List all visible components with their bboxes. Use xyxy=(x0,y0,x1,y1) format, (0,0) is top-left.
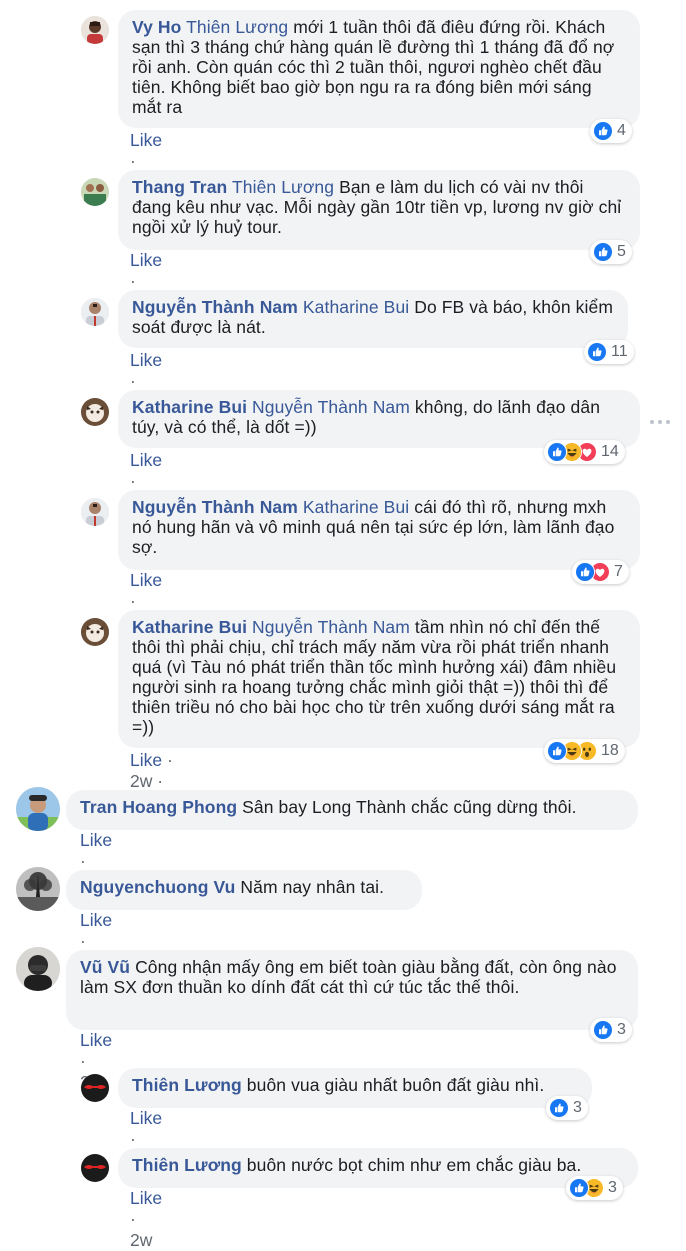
separator: · xyxy=(130,1209,136,1229)
separator: · xyxy=(130,1129,136,1149)
separator: · xyxy=(162,750,173,770)
comment-author[interactable]: Thang Tran xyxy=(132,177,227,197)
comment-author[interactable]: Thiên Lương xyxy=(132,1075,242,1095)
mentioned-user[interactable]: Katharine Bui xyxy=(303,497,409,517)
reactions-summary[interactable]: 3 xyxy=(566,1176,623,1200)
like-button[interactable]: Like xyxy=(130,1188,162,1208)
like-button[interactable]: Like xyxy=(130,250,162,270)
separator: · xyxy=(130,471,136,491)
comment-actions: Like · 2w xyxy=(130,1188,162,1251)
reaction-count: 11 xyxy=(611,343,628,360)
avatar[interactable] xyxy=(16,867,60,911)
avatar[interactable] xyxy=(81,618,109,646)
reaction-count: 7 xyxy=(614,563,623,580)
mentioned-user[interactable]: Nguyễn Thành Nam xyxy=(252,617,410,637)
comment-author[interactable]: Katharine Bui xyxy=(132,397,247,417)
comment-bubble: Vũ Vũ Công nhận mấy ông em biết toàn già… xyxy=(66,950,638,1030)
like-button[interactable]: Like xyxy=(130,1108,162,1128)
comment-bubble: Nguyễn Thành Nam Katharine Bui Do FB và … xyxy=(118,290,628,348)
mentioned-user[interactable]: Thiên Lương xyxy=(232,177,334,197)
reactions-summary[interactable]: 14 xyxy=(544,440,625,464)
like-button[interactable]: Like xyxy=(130,450,162,470)
comment-bubble: Thiên Lương buôn vua giàu nhất buôn đất … xyxy=(118,1068,592,1108)
separator: · xyxy=(80,931,86,951)
reaction-count: 18 xyxy=(601,742,619,759)
comment-text: Sân bay Long Thành chắc cũng dừng thôi. xyxy=(242,797,577,817)
avatar[interactable] xyxy=(81,16,109,44)
separator: · xyxy=(152,771,164,791)
mentioned-user[interactable]: Nguyễn Thành Nam xyxy=(252,397,410,417)
like-button[interactable]: Like xyxy=(80,830,112,850)
comment-time[interactable]: 2w xyxy=(130,1230,152,1250)
reaction-count: 5 xyxy=(617,243,626,260)
comment-author[interactable]: Nguyenchuong Vu xyxy=(80,877,235,897)
avatar[interactable] xyxy=(81,1074,109,1102)
comment-text: buôn vua giàu nhất buôn đất giàu nhì. xyxy=(246,1075,545,1095)
like-button[interactable]: Like xyxy=(80,910,112,930)
like-icon xyxy=(593,1020,613,1040)
comment-author[interactable]: Nguyễn Thành Nam xyxy=(132,297,298,317)
like-button[interactable]: Like xyxy=(80,1030,112,1050)
avatar[interactable] xyxy=(81,1154,109,1182)
like-icon xyxy=(575,562,595,582)
separator: · xyxy=(80,851,86,871)
reaction-count: 3 xyxy=(608,1179,617,1196)
separator: · xyxy=(130,271,136,291)
avatar[interactable] xyxy=(81,298,109,326)
like-icon xyxy=(569,1178,589,1198)
like-icon xyxy=(587,342,607,362)
comment-bubble: Tran Hoang Phong Sân bay Long Thành chắc… xyxy=(66,790,638,830)
comment-time[interactable]: 2w xyxy=(130,771,152,791)
like-icon xyxy=(547,741,567,761)
more-options-icon[interactable] xyxy=(650,416,670,428)
comment-text: buôn nước bọt chim như em chắc giàu ba. xyxy=(246,1155,582,1175)
reaction-count: 14 xyxy=(601,443,619,460)
reactions-summary[interactable]: 7 xyxy=(572,560,629,584)
like-button[interactable]: Like xyxy=(130,750,162,770)
comment-bubble: Nguyễn Thành Nam Katharine Bui cái đó th… xyxy=(118,490,640,570)
like-button[interactable]: Like xyxy=(130,570,162,590)
reaction-count: 3 xyxy=(617,1021,626,1038)
reaction-count: 4 xyxy=(617,122,626,139)
separator: · xyxy=(130,371,136,391)
avatar[interactable] xyxy=(81,398,109,426)
comment-bubble: Vy Ho Thiên Lương mới 1 tuần thôi đã điê… xyxy=(118,10,640,128)
mentioned-user[interactable]: Katharine Bui xyxy=(303,297,409,317)
comment-thread: Vy Ho Thiên Lương mới 1 tuần thôi đã điê… xyxy=(0,0,686,1250)
comment-author[interactable]: Nguyễn Thành Nam xyxy=(132,497,298,517)
reactions-summary[interactable]: 4 xyxy=(590,119,632,143)
comment-bubble: Katharine Bui Nguyễn Thành Nam tầm nhìn … xyxy=(118,610,640,748)
comment-bubble: Thang Tran Thiên Lương Bạn e làm du lịch… xyxy=(118,170,640,250)
reactions-summary[interactable]: 11 xyxy=(584,340,634,364)
comment-author[interactable]: Katharine Bui xyxy=(132,617,247,637)
comment-author[interactable]: Vũ Vũ xyxy=(80,957,130,977)
like-icon xyxy=(547,442,567,462)
like-icon xyxy=(593,242,613,262)
reactions-summary[interactable]: 3 xyxy=(590,1018,632,1042)
comment-text: Năm nay nhân tai. xyxy=(240,877,385,897)
reactions-summary[interactable]: 18 xyxy=(544,739,625,763)
avatar[interactable] xyxy=(16,947,60,991)
avatar[interactable] xyxy=(81,178,109,206)
like-button[interactable]: Like xyxy=(130,350,162,370)
reactions-summary[interactable]: 5 xyxy=(590,240,632,264)
separator: · xyxy=(130,151,136,171)
avatar[interactable] xyxy=(81,498,109,526)
comment-author[interactable]: Tran Hoang Phong xyxy=(80,797,237,817)
separator: · xyxy=(130,591,136,611)
avatar[interactable] xyxy=(16,787,60,831)
mentioned-user[interactable]: Thiên Lương xyxy=(186,17,288,37)
comment-bubble: Thiên Lương buôn nước bọt chim như em ch… xyxy=(118,1148,638,1188)
like-button[interactable]: Like xyxy=(130,130,162,150)
like-icon xyxy=(549,1098,569,1118)
separator: · xyxy=(80,1051,86,1071)
reaction-count: 3 xyxy=(573,1099,582,1116)
comment-author[interactable]: Vy Ho xyxy=(132,17,181,37)
like-icon xyxy=(593,121,613,141)
comment-bubble: Nguyenchuong Vu Năm nay nhân tai. xyxy=(66,870,422,910)
comment-author[interactable]: Thiên Lương xyxy=(132,1155,242,1175)
comment-text: Công nhận mấy ông em biết toàn giàu bằng… xyxy=(80,957,617,997)
reactions-summary[interactable]: 3 xyxy=(546,1096,588,1120)
